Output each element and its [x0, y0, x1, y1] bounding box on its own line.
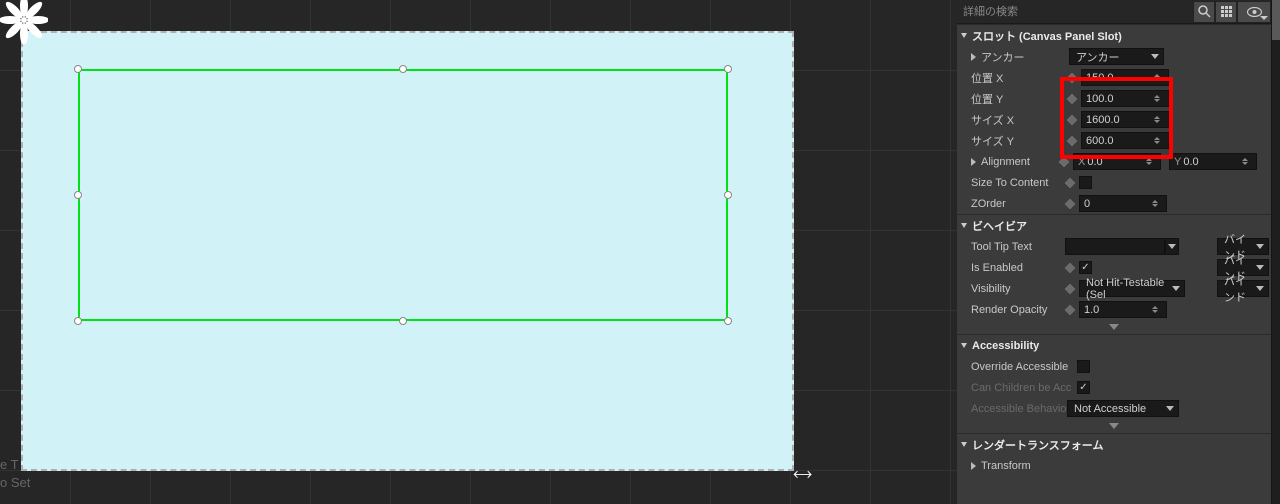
transform-label: Transform [981, 460, 1069, 472]
position-x-field[interactable]: 150.0 [1081, 69, 1169, 86]
reset-icon[interactable] [1057, 154, 1071, 168]
selected-widget-outline[interactable] [78, 69, 728, 321]
reset-icon[interactable] [1065, 70, 1079, 84]
reset-icon[interactable] [1063, 196, 1077, 210]
zorder-field[interactable]: 0 [1079, 195, 1167, 212]
position-y-label: 位置 Y [971, 91, 1063, 107]
size-x-label: サイズ X [971, 112, 1063, 128]
tooltip-field[interactable] [1065, 238, 1165, 255]
reset-icon[interactable] [1063, 175, 1077, 189]
size-to-content-label: Size To Content [971, 177, 1061, 189]
canvas-viewport[interactable]: ⤢ e T o Set [0, 0, 957, 504]
reset-icon[interactable] [1063, 302, 1077, 316]
anchor-origin-icon [0, 0, 48, 44]
alignment-label: Alignment [981, 156, 1055, 168]
anchors-dropdown[interactable]: アンカー [1069, 48, 1164, 65]
reset-icon[interactable] [1063, 260, 1077, 274]
alignment-y-field[interactable]: Y0.0 [1169, 153, 1257, 170]
alignment-x-field[interactable]: X0.0 [1073, 153, 1161, 170]
resize-handle-sw[interactable] [74, 317, 82, 325]
visibility-label: Visibility [971, 283, 1061, 295]
resize-handle-n[interactable] [399, 65, 407, 73]
can-children-label: Can Children be Acc [971, 382, 1077, 394]
category-slot[interactable]: スロット (Canvas Panel Slot) [957, 24, 1271, 46]
accessible-behavior-dropdown[interactable]: Not Accessible [1067, 400, 1179, 417]
expand-icon[interactable] [971, 158, 976, 166]
override-accessible-checkbox[interactable] [1077, 360, 1090, 373]
show-advanced-icon[interactable] [957, 419, 1271, 433]
reset-icon[interactable] [1065, 91, 1079, 105]
resize-handle-w[interactable] [74, 191, 82, 199]
scrollbar-thumb[interactable] [1272, 0, 1280, 40]
anchors-label: アンカー [981, 49, 1069, 65]
override-accessible-label: Override Accessible [971, 361, 1077, 373]
view-options-button[interactable] [1237, 1, 1271, 23]
resize-handle-s[interactable] [399, 317, 407, 325]
category-accessibility[interactable]: Accessibility [957, 334, 1271, 356]
expand-icon[interactable] [971, 462, 976, 470]
visibility-dropdown[interactable]: Not Hit-Testable (Sel [1079, 280, 1185, 297]
render-opacity-field[interactable]: 1.0 [1079, 301, 1167, 318]
reset-icon[interactable] [1063, 281, 1077, 295]
resize-handle-ne[interactable] [724, 65, 732, 73]
size-y-field[interactable]: 600.0 [1081, 132, 1169, 149]
size-x-field[interactable]: 1600.0 [1081, 111, 1169, 128]
render-opacity-label: Render Opacity [971, 304, 1061, 316]
truncated-label: e T o Set [0, 456, 30, 492]
is-enabled-label: Is Enabled [971, 262, 1061, 274]
reset-icon[interactable] [1065, 133, 1079, 147]
size-y-label: サイズ Y [971, 133, 1063, 149]
show-advanced-icon[interactable] [957, 320, 1271, 334]
tooltip-label: Tool Tip Text [971, 241, 1065, 253]
scrollbar[interactable] [1271, 0, 1280, 504]
resize-handle-e[interactable] [724, 191, 732, 199]
search-input[interactable] [957, 1, 1193, 23]
category-render-transform[interactable]: レンダートランスフォーム [957, 433, 1271, 455]
tooltip-localize-dropdown[interactable] [1165, 238, 1179, 255]
expand-icon[interactable] [971, 53, 976, 61]
position-y-field[interactable]: 100.0 [1081, 90, 1169, 107]
reset-icon[interactable] [1065, 112, 1079, 126]
property-matrix-icon[interactable] [1215, 1, 1237, 23]
is-enabled-checkbox[interactable]: ✓ [1079, 261, 1092, 274]
size-to-content-checkbox[interactable] [1079, 176, 1092, 189]
resize-handle-nw[interactable] [74, 65, 82, 73]
accessible-behavior-label: Accessible Behavior [971, 403, 1067, 415]
search-icon[interactable] [1193, 1, 1215, 23]
resize-handle-se[interactable] [724, 317, 732, 325]
zorder-label: ZOrder [971, 198, 1061, 210]
bind-button[interactable]: バインド [1217, 280, 1269, 297]
can-children-checkbox[interactable]: ✓ [1077, 381, 1090, 394]
position-x-label: 位置 X [971, 70, 1063, 86]
details-panel: スロット (Canvas Panel Slot) アンカー アンカー 位置 X … [957, 0, 1280, 504]
